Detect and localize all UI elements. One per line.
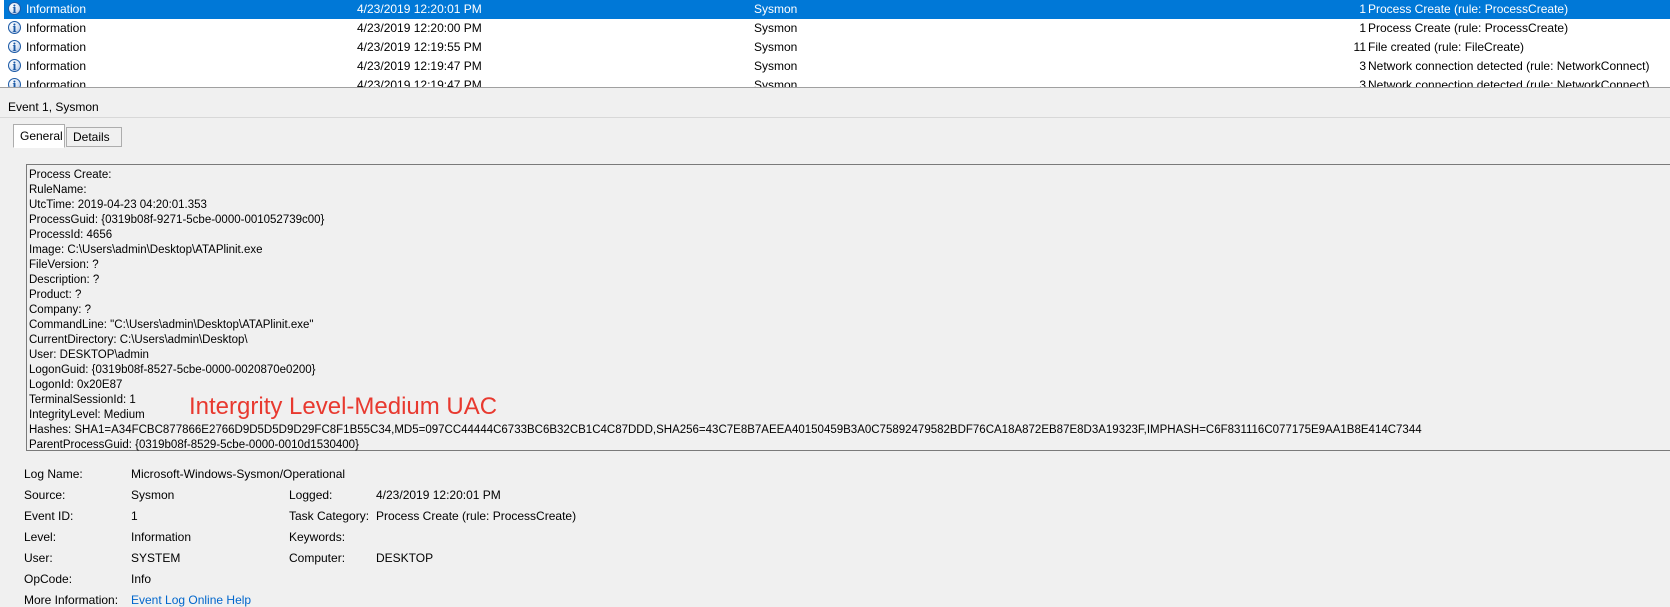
event-row[interactable]: Information 4/23/2019 12:19:47 PM Sysmon 3N…	[4, 57, 1670, 76]
annotation-text: Intergrity Level-Medium UAC	[189, 393, 498, 420]
event-id-label: Event ID:	[24, 509, 74, 523]
description-line: RuleName:	[29, 184, 87, 196]
keywords-label: Keywords:	[289, 530, 346, 544]
event-task-cell: File created (rule: FileCreate)	[1368, 40, 1525, 54]
information-icon	[8, 19, 21, 38]
description-line: ProcessId: 4656	[29, 229, 113, 241]
event-source-cell: Sysmon	[754, 2, 798, 16]
event-task-cell: Network connection detected (rule: Netwo…	[1368, 78, 1650, 88]
description-line: LogonId: 0x20E87	[29, 379, 123, 391]
source-label: Source:	[24, 488, 66, 502]
description-line: Image: C:\Users\admin\Desktop\ATAPlinit.…	[29, 244, 263, 256]
description-line: LogonGuid: {0319b08f-8527-5cbe-0000-0020…	[29, 364, 316, 376]
computer-label: Computer:	[289, 551, 346, 565]
event-row[interactable]: Information 4/23/2019 12:20:01 PM Sysmon 1P…	[4, 0, 1670, 19]
logged-label: Logged:	[289, 488, 333, 502]
event-id-cell: 3	[1359, 78, 1366, 88]
event-header: Event 1, Sysmon	[0, 97, 1670, 118]
event-source-cell: Sysmon	[754, 40, 798, 54]
event-id-cell: 3	[1359, 59, 1366, 73]
description-line: CommandLine: "C:\Users\admin\Desktop\ATA…	[29, 319, 314, 331]
event-level-cell: Information	[26, 40, 87, 54]
event-title: Event 1, Sysmon	[8, 100, 99, 114]
more-information-label: More Information:	[24, 593, 119, 607]
level-label: Level:	[24, 530, 57, 544]
event-task-cell: Process Create (rule: ProcessCreate)	[1368, 2, 1569, 16]
event-date-cell: 4/23/2019 12:19:55 PM	[357, 40, 482, 54]
description-line: Company: ?	[29, 304, 92, 316]
event-source-cell: Sysmon	[754, 21, 798, 35]
information-icon	[8, 38, 21, 57]
event-level-cell: Information	[26, 21, 87, 35]
opcode-label: OpCode:	[24, 572, 73, 586]
event-level-cell: Information	[26, 2, 87, 16]
log-name-value: Microsoft-Windows-Sysmon/Operational	[131, 467, 346, 481]
event-list[interactable]: Information 4/23/2019 12:20:01 PM Sysmon 1P…	[0, 0, 1670, 88]
event-date-cell: 4/23/2019 12:20:00 PM	[357, 21, 482, 35]
event-level-cell: Information	[26, 78, 87, 88]
event-id-cell: 11	[1353, 40, 1366, 54]
description-line: Description: ?	[29, 274, 100, 286]
logged-value: 4/23/2019 12:20:01 PM	[376, 488, 501, 502]
event-date-cell: 4/23/2019 12:19:47 PM	[357, 59, 482, 73]
task-category-label: Task Category:	[289, 509, 370, 523]
event-date-cell: 4/23/2019 12:19:47 PM	[357, 78, 482, 88]
information-icon	[8, 57, 21, 76]
opcode-value: Info	[131, 572, 152, 586]
description-line: Process Create:	[29, 169, 112, 181]
tab-general[interactable]: General	[13, 124, 65, 148]
description-line: ParentProcessGuid: {0319b08f-8529-5cbe-0…	[29, 439, 359, 451]
description-line: UtcTime: 2019-04-23 04:20:01.353	[29, 199, 207, 211]
event-row[interactable]: Information 4/23/2019 12:20:00 PM Sysmon 1P…	[4, 19, 1670, 38]
event-date-cell: 4/23/2019 12:20:01 PM	[357, 2, 482, 16]
information-icon	[8, 76, 21, 87]
level-value: Information	[131, 530, 192, 544]
tab-details[interactable]: Details	[66, 127, 122, 147]
description-line: Product: ?	[29, 289, 82, 301]
user-value: SYSTEM	[131, 551, 181, 565]
event-id-value: 1	[131, 509, 138, 523]
user-label: User:	[24, 551, 53, 565]
information-icon	[8, 0, 21, 19]
description-line: Hashes: SHA1=A34FCBC877866E2766D9D5D5D9D…	[29, 424, 1422, 436]
event-row[interactable]: Information 4/23/2019 12:19:47 PM Sysmon 3N…	[4, 76, 1670, 88]
event-id-cell: 1	[1359, 2, 1366, 16]
event-id-cell: 1	[1359, 21, 1366, 35]
task-category-value: Process Create (rule: ProcessCreate)	[376, 509, 577, 523]
description-line: User: DESKTOP\admin	[29, 349, 149, 361]
event-task-cell: Process Create (rule: ProcessCreate)	[1368, 21, 1569, 35]
computer-value: DESKTOP	[376, 551, 434, 565]
log-name-label: Log Name:	[24, 467, 83, 481]
description-line: CurrentDirectory: C:\Users\admin\Desktop…	[29, 334, 248, 346]
event-source-cell: Sysmon	[754, 78, 798, 88]
event-level-cell: Information	[26, 59, 87, 73]
event-source-cell: Sysmon	[754, 59, 798, 73]
event-task-cell: Network connection detected (rule: Netwo…	[1368, 59, 1650, 73]
event-log-online-help-link[interactable]: Event Log Online Help	[131, 593, 251, 607]
source-value: Sysmon	[131, 488, 175, 502]
event-row[interactable]: Information 4/23/2019 12:19:55 PM Sysmon 11…	[4, 38, 1670, 57]
description-line: FileVersion: ?	[29, 259, 99, 271]
description-line: ProcessGuid: {0319b08f-9271-5cbe-0000-00…	[29, 214, 325, 226]
